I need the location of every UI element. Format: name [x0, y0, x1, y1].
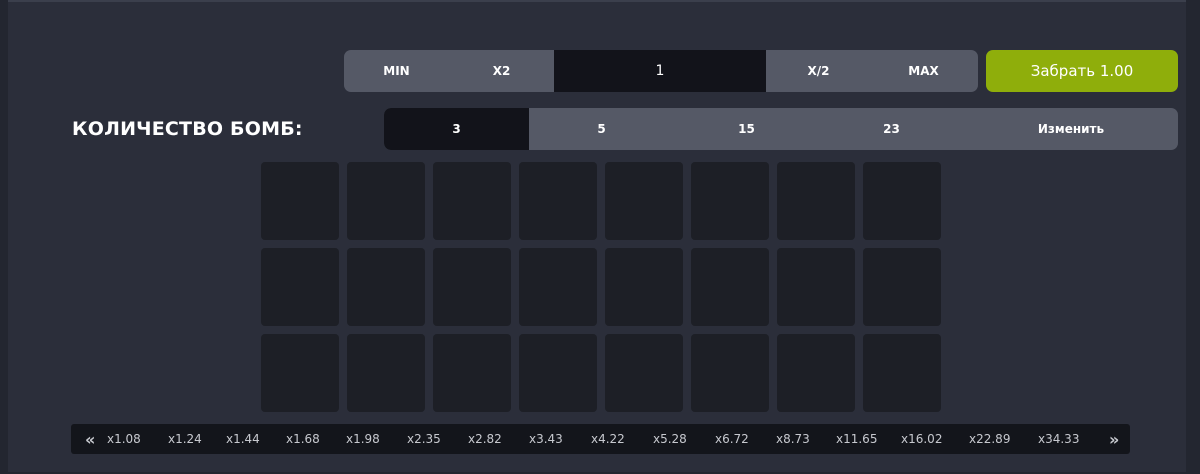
- multiplier-item: x1.68: [286, 432, 320, 446]
- grid-tile[interactable]: [433, 334, 511, 412]
- bet-amount-input[interactable]: 1: [554, 50, 766, 92]
- bombs-option-15[interactable]: 15: [674, 108, 819, 150]
- grid-tile[interactable]: [347, 162, 425, 240]
- grid-tile[interactable]: [777, 162, 855, 240]
- grid-tile[interactable]: [863, 162, 941, 240]
- grid-tile[interactable]: [863, 334, 941, 412]
- multiplier-item: x1.24: [168, 432, 202, 446]
- grid-tile[interactable]: [605, 162, 683, 240]
- multiplier-item: x16.02: [901, 432, 943, 446]
- bombs-option-3[interactable]: 3: [384, 108, 529, 150]
- multiplier-item: x34.33: [1038, 432, 1080, 446]
- grid-tile[interactable]: [605, 248, 683, 326]
- multiplier-item: x8.73: [776, 432, 810, 446]
- multiplier-item: x6.72: [715, 432, 749, 446]
- bet-x2-button[interactable]: X2: [449, 50, 554, 92]
- grid-tile[interactable]: [863, 248, 941, 326]
- bet-min-button[interactable]: MIN: [344, 50, 449, 92]
- grid-tile[interactable]: [347, 248, 425, 326]
- multiplier-item: x3.43: [529, 432, 563, 446]
- grid-tile[interactable]: [519, 334, 597, 412]
- multiplier-item: x4.22: [591, 432, 625, 446]
- multiplier-item: x1.98: [346, 432, 380, 446]
- grid-tile[interactable]: [777, 248, 855, 326]
- bombs-option-5[interactable]: 5: [529, 108, 674, 150]
- grid-tile[interactable]: [519, 162, 597, 240]
- collect-button[interactable]: Забрать 1.00: [986, 50, 1178, 92]
- grid-tile[interactable]: [261, 248, 339, 326]
- multiplier-item: x1.08: [107, 432, 141, 446]
- bombs-selector: 3 5 15 23 Изменить: [384, 108, 1178, 150]
- bombs-change-button[interactable]: Изменить: [964, 108, 1178, 150]
- bet-controls: MIN X2 1 X/2 MAX: [344, 50, 978, 92]
- multiplier-item: x11.65: [836, 432, 878, 446]
- grid-tile[interactable]: [605, 334, 683, 412]
- bombs-count-label: КОЛИЧЕСТВО БОМБ:: [72, 118, 303, 140]
- grid-tile[interactable]: [433, 162, 511, 240]
- grid-tile[interactable]: [261, 162, 339, 240]
- grid-tile[interactable]: [347, 334, 425, 412]
- multiplier-item: x2.35: [407, 432, 441, 446]
- multiplier-bar: « x1.08 x1.24 x1.44 x1.68 x1.98 x2.35 x2…: [71, 424, 1130, 454]
- grid-tile[interactable]: [691, 162, 769, 240]
- double-chevron-right-icon[interactable]: »: [1109, 430, 1119, 449]
- bombs-option-23[interactable]: 23: [819, 108, 964, 150]
- multiplier-item: x2.82: [468, 432, 502, 446]
- grid-tile[interactable]: [519, 248, 597, 326]
- multiplier-item: x22.89: [969, 432, 1011, 446]
- grid-tile[interactable]: [691, 334, 769, 412]
- multiplier-item: x1.44: [226, 432, 260, 446]
- grid-tile[interactable]: [777, 334, 855, 412]
- multiplier-item: x5.28: [653, 432, 687, 446]
- grid-tile[interactable]: [691, 248, 769, 326]
- grid-tile[interactable]: [261, 334, 339, 412]
- bet-max-button[interactable]: MAX: [871, 50, 976, 92]
- bet-half-button[interactable]: X/2: [766, 50, 871, 92]
- double-chevron-left-icon[interactable]: «: [85, 430, 95, 449]
- grid-tile[interactable]: [433, 248, 511, 326]
- mines-grid: [261, 162, 941, 412]
